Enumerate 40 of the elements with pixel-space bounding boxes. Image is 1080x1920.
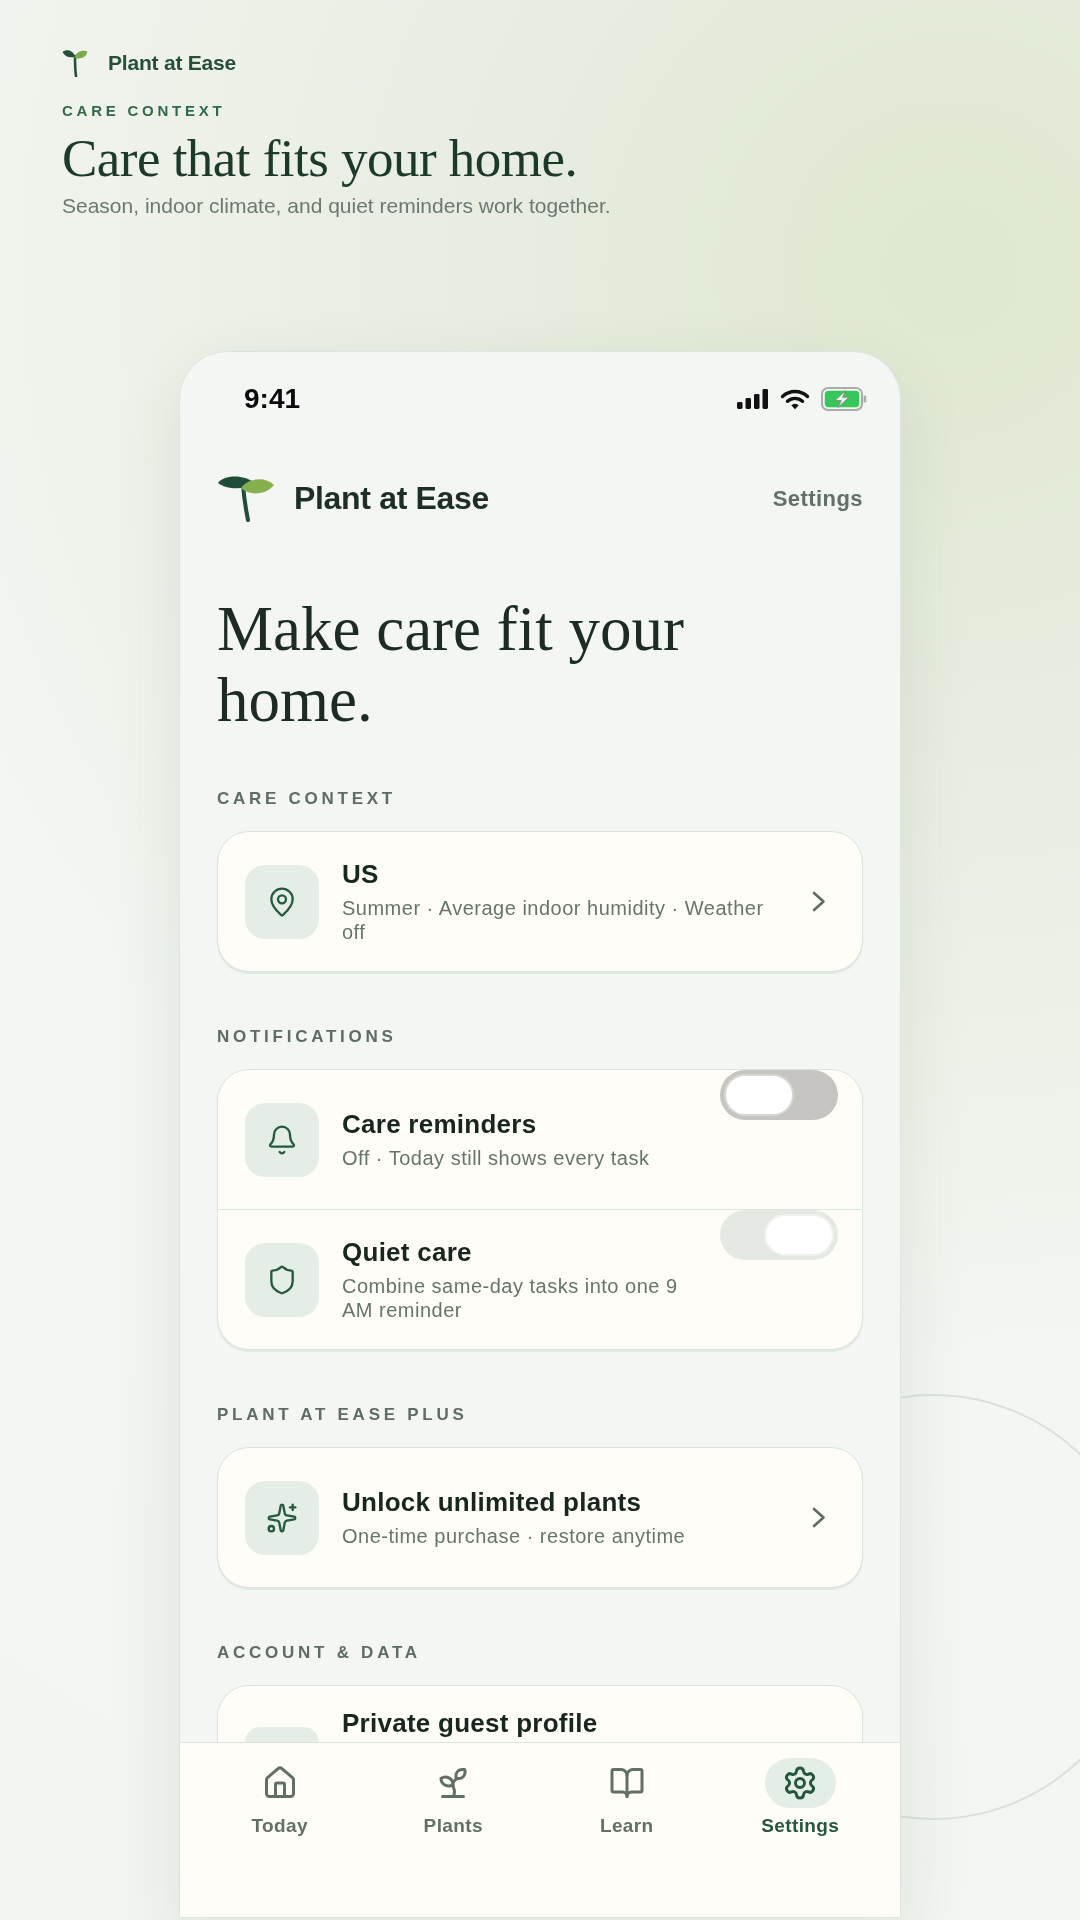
nav-tab[interactable]: Learn: [599, 1757, 654, 1837]
signal-icon: [737, 389, 769, 409]
toggle-switch[interactable]: [720, 1070, 838, 1120]
row-subtitle: Summer · Average indoor humidity · Weather off: [342, 895, 765, 944]
shield-icon: [245, 1242, 319, 1317]
bell-icon: [245, 1102, 319, 1177]
section-label: CARE CONTEXT: [217, 789, 396, 809]
row-subtitle: One-time purchase · restore anytime: [342, 1523, 686, 1548]
battery-charging-icon: [821, 387, 867, 411]
section-label: ACCOUNT & DATA: [217, 1643, 421, 1663]
app-title: Plant at Ease: [294, 479, 490, 518]
map-pin-icon: [245, 864, 319, 939]
nav-tab[interactable]: Today: [251, 1757, 308, 1837]
eyebrow-label: CARE CONTEXT: [62, 102, 226, 120]
chevron-right-icon: [812, 891, 826, 912]
page-heading: Make care fit your home.: [217, 594, 686, 736]
hero-title: Care that fits your home.: [62, 128, 578, 188]
open-book-icon: [608, 1765, 645, 1801]
row-title: Care reminders: [342, 1109, 537, 1138]
row-subtitle: Off · Today still shows every task: [342, 1145, 650, 1170]
section-label: PLANT AT EASE PLUS: [217, 1405, 468, 1425]
row-title: Private guest profile: [342, 1709, 598, 1737]
settings-icon: [764, 1758, 836, 1808]
wifi-icon: [780, 388, 810, 410]
status-time: 9:41: [244, 382, 301, 416]
section-label: NOTIFICATIONS: [217, 1027, 397, 1047]
toggle-switch[interactable]: [720, 1210, 838, 1260]
row-subtitle: Combine same-day tasks into one 9 AM reminder: [342, 1273, 679, 1322]
sparkles-icon: [245, 1480, 319, 1555]
nav-tab[interactable]: Plants: [423, 1757, 483, 1837]
row-title: US: [342, 859, 379, 888]
hero-subtitle: Season, indoor climate, and quiet reminders work together.: [62, 193, 611, 219]
row-title: Quiet care: [342, 1237, 472, 1266]
nav-tab[interactable]: Settings: [761, 1757, 840, 1837]
sprout-logo-icon: [217, 474, 275, 522]
chevron-right-icon: [812, 1507, 826, 1528]
row-title: Unlock unlimited plants: [342, 1487, 642, 1516]
brand-name: Plant at Ease: [108, 50, 236, 76]
settings-link[interactable]: Settings: [772, 481, 863, 515]
sprout-logo-icon: [62, 49, 88, 77]
